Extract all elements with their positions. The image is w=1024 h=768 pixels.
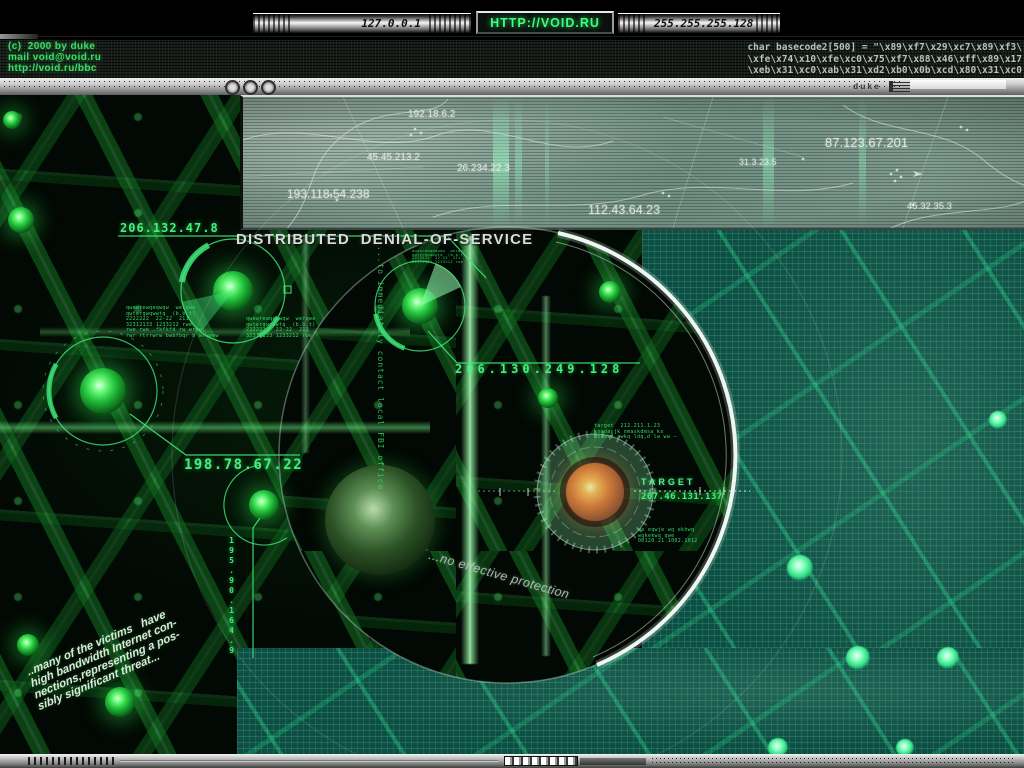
groove-line [120,760,498,762]
target-info-text: target 212.211.1.23 knadasjk nmaskdmsa k… [594,424,677,441]
tick-dots [652,758,1016,759]
grid-icon [889,81,910,92]
url-box: HTTP://VOID.RU [476,11,614,34]
shellcode-text: char basecode2[500] = "\x89\xf7\x29\xc7\… [747,42,1022,77]
top-address-bar: 127.0.0.1 HTTP://VOID.RU 255.255.255.128 [0,0,1024,40]
node-ip-label: 206.130.249.128 [455,362,623,376]
annotation-block: qwewrewqeqwqw werqwe qwterqwqwwtq (b.b.t… [412,250,466,264]
annotation-block: qwewrewqeqwqw werqwe qwterqwqwwtq (b.b.t… [246,317,316,339]
local-ip-segment: 127.0.0.1 [253,13,471,33]
ruler-ticks [28,757,114,765]
node-ip-label: 206.132.47.8 [120,221,219,235]
annotation-block: qwewrewqeqwqw werqwe qwterqwqwwtq (b.b.t… [126,306,219,340]
header-noise-strip: (c) 2000 by duke mail void@void.ru http:… [0,40,1024,78]
url-text: HTTP://VOID.RU [490,16,600,30]
target-ip-label: 207.46.131.137 [641,492,722,502]
target-sub-text: we eqwje wq ekhwq wqkekwq qwe 00120.21.1… [638,528,698,545]
metal-highlight [910,80,1006,89]
site-url-text: http://void.ru/bbc [8,63,97,74]
tick-dots [652,762,1016,763]
fbi-notice-vertical: ...to immediately contact local FBI offi… [376,246,385,636]
segment-slider [504,756,578,766]
netmask-text: 255.255.255.128 [654,17,753,30]
divider-line [0,36,1024,37]
binder-rings-icon [225,80,276,95]
local-ip-text: 127.0.0.1 [361,17,421,30]
mail-text: mail void@void.ru [8,52,101,63]
ddos-wallpaper: 192.18.6.2 45.45.213.2 26.234.22.3 193.1… [0,0,1024,768]
netmask-segment: 255.255.255.128 [618,13,780,33]
node-ip-label: 198.78.67.22 [184,457,303,473]
author-tag: duke [853,81,881,91]
node-ip-label-vertical: 195.90.164.9 [227,536,236,666]
metal-nub [0,34,38,39]
dark-inset [580,758,646,765]
copyright-text: (c) 2000 by duke [8,41,95,52]
target-label: TARGET [641,477,695,487]
